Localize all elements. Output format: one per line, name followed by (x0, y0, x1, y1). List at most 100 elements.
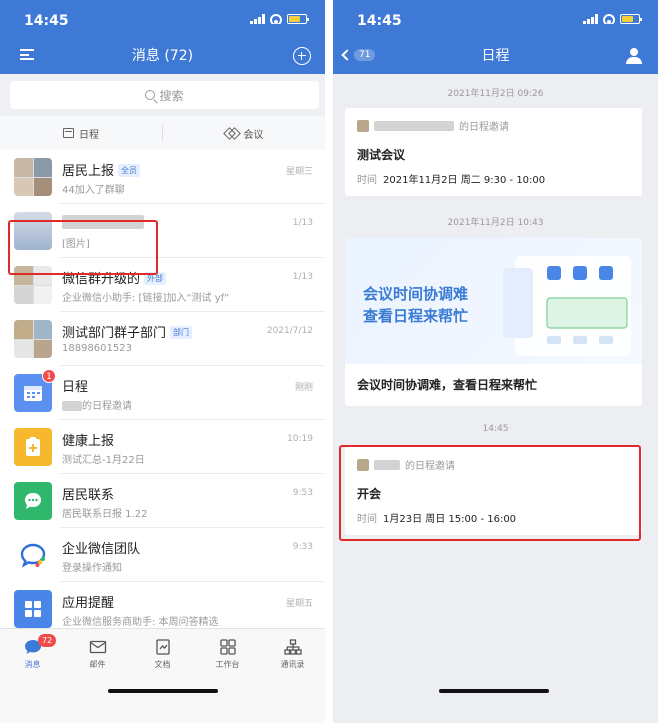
chat-preview: 企业微信小助手: [链接]加入“测试 yf” (62, 293, 230, 304)
contacts-icon (283, 639, 302, 655)
add-icon[interactable] (293, 47, 311, 65)
health-report-icon (14, 428, 52, 466)
top-bar: 14:45 消息 (72) (0, 0, 325, 74)
schedule-entry[interactable]: 日程 (0, 116, 162, 150)
home-indicator (439, 689, 549, 693)
chat-time: 星期三 (285, 167, 313, 177)
tab-label: 工作台 (215, 660, 240, 669)
calendar-illustration (503, 256, 631, 356)
chat-row[interactable]: 居民联系 居民联系日报 1.22 9:53 (0, 474, 325, 528)
banner-line-2: 查看日程来帮忙 (363, 307, 469, 325)
tab-contacts[interactable]: 通讯录 (260, 629, 325, 693)
chat-time: 9:33 (292, 542, 313, 552)
timestamp: 2021年11月2日 10:43 (447, 218, 544, 228)
status-time: 14:45 (24, 13, 69, 29)
doc-icon (155, 639, 170, 655)
battery-icon (287, 14, 309, 24)
chat-time: 10:19 (287, 434, 313, 444)
status-icons (250, 14, 309, 24)
chat-row[interactable]: 应用提醒 企业微信服务商助手: 本周问答精选 星期五 (0, 582, 325, 628)
chat-preview: 企业微信服务商助手: 本周问答精选 (62, 617, 219, 628)
chat-name: 健康上报 (62, 434, 115, 449)
chat-time: 1/13 (292, 218, 313, 228)
chat-name: 应用提醒 (62, 596, 115, 611)
tab-label: 文档 (154, 660, 171, 669)
top-bar: 14:45 71 日程 (333, 0, 658, 74)
card-time: 时间 2021年11月2日 周二 9:30 - 10:00 (357, 175, 546, 186)
promo-caption: 会议时间协调难，查看日程来帮忙 (357, 378, 538, 392)
card-header: 的日程邀请 (357, 118, 509, 133)
unread-badge: 1 (42, 369, 56, 383)
search-placeholder: 搜索 (159, 88, 184, 103)
chat-tag: 全员 (118, 164, 141, 177)
battery-icon (620, 14, 642, 24)
chat-name: 居民联系 (62, 488, 115, 503)
chat-name: 居民上报 全员 (62, 160, 141, 179)
home-area (0, 693, 325, 723)
wecom-team-icon (14, 536, 52, 574)
chat-time: 星期五 (285, 599, 313, 609)
search-input[interactable]: 搜索 (10, 81, 319, 109)
chat-row[interactable]: 居民上报 全员 44加入了群聊 星期三 (0, 150, 325, 204)
card-title: 测试会议 (357, 148, 406, 162)
chat-preview: 的日程邀请 (62, 397, 132, 412)
highlight-box (8, 220, 158, 275)
chat-time: 9:53 (292, 488, 313, 498)
chat-name: 日程 (62, 380, 89, 395)
tab-label: 通讯录 (280, 660, 305, 669)
promo-card[interactable]: 会议时间协调难 查看日程来帮忙 会议时间协调难，查看日程来帮忙 (345, 238, 642, 406)
chat-name: 测试部门群子部门 部门 (62, 322, 193, 341)
bottom-tab-bar: 72 消息 邮件 文档 工作台 通讯录 (0, 628, 325, 693)
page-title: 日程 (481, 48, 510, 64)
status-icons (583, 14, 642, 24)
search-icon (145, 90, 156, 100)
home-indicator (108, 689, 218, 693)
group-avatar (14, 158, 52, 196)
chat-time: 1/13 (292, 272, 313, 282)
schedule-label: 日程 (79, 129, 99, 141)
chat-row[interactable]: 企业微信团队 登录操作通知 9:33 (0, 528, 325, 582)
tab-messages[interactable]: 72 消息 (0, 629, 65, 693)
chat-preview: 测试汇总-1月22日 (62, 455, 145, 466)
highlight-box (339, 445, 641, 541)
group-avatar (14, 320, 52, 358)
promo-banner: 会议时间协调难 查看日程来帮忙 (345, 238, 642, 364)
app-reminder-icon (14, 590, 52, 628)
workbench-icon (219, 639, 236, 655)
wifi-icon (603, 14, 615, 24)
chat-time: 刚刚 (294, 383, 313, 393)
chat-preview: 44加入了群聊 (62, 185, 125, 196)
schedule-chat-screen: 14:45 71 日程 2021年11月2日 09:26 的日程邀请 测试会议 … (333, 0, 658, 723)
tab-label: 消息 (24, 660, 41, 669)
tab-workbench[interactable]: 工作台 (195, 629, 260, 693)
chat-row[interactable]: 健康上报 测试汇总-1月22日 10:19 (0, 420, 325, 474)
timestamp: 2021年11月2日 09:26 (447, 89, 544, 99)
page-title: 消息 (72) (131, 48, 194, 64)
resident-contact-icon (14, 482, 52, 520)
person-icon[interactable] (626, 48, 642, 64)
status-time: 14:45 (357, 13, 402, 29)
banner-line-1: 会议时间协调难 (363, 285, 469, 303)
calendar-icon (63, 128, 74, 138)
timestamp: 14:45 (482, 424, 509, 434)
chat-time: 2021/7/12 (266, 326, 313, 336)
chat-preview: 18898601523 (62, 343, 132, 354)
chat-row-schedule[interactable]: 1 日程 的日程邀请 刚刚 (0, 366, 325, 420)
meeting-label: 会议 (243, 129, 264, 141)
chat-preview: 居民联系日报 1.22 (62, 509, 148, 520)
mail-icon (89, 640, 106, 654)
avatar (357, 119, 369, 132)
tab-label: 邮件 (89, 660, 106, 669)
chat-name: 企业微信团队 (62, 542, 141, 557)
quick-entry-row: 日程 会议 (0, 116, 325, 150)
wifi-icon (270, 14, 282, 24)
meeting-entry[interactable]: 会议 (163, 116, 325, 150)
chat-row[interactable]: 测试部门群子部门 部门 18898601523 2021/7/12 (0, 312, 325, 366)
message-list-screen: 14:45 消息 (72) 搜索 日程 会议 居民上报 全员 44加入了群聊 星… (0, 0, 325, 723)
tab-docs[interactable]: 文档 (130, 629, 195, 693)
chat-tag: 部门 (170, 326, 193, 339)
invite-card[interactable]: 的日程邀请 测试会议 时间 2021年11月2日 周二 9:30 - 10:00 (345, 108, 642, 196)
signal-icon (250, 14, 265, 24)
tab-mail[interactable]: 邮件 (65, 629, 130, 693)
chat-preview: 登录操作通知 (62, 563, 122, 574)
